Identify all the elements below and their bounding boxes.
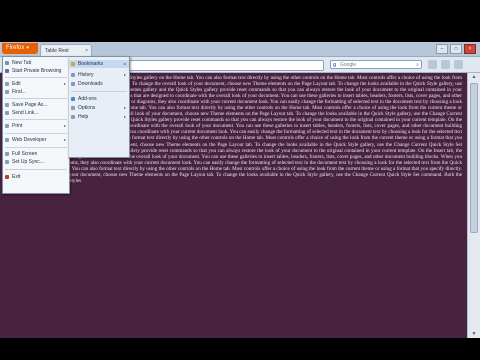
exit-icon bbox=[5, 175, 9, 179]
vertical-scrollbar[interactable]: ▲ ▼ bbox=[467, 73, 480, 338]
help-icon bbox=[71, 115, 75, 119]
edit-icon bbox=[5, 82, 9, 86]
menu-item-label: Add-ons bbox=[78, 96, 97, 102]
sync-icon bbox=[5, 160, 9, 164]
menu-separator bbox=[71, 91, 127, 92]
new-tab-icon bbox=[5, 61, 9, 65]
find-icon bbox=[5, 90, 9, 94]
menu-item-print[interactable]: Print ▸ bbox=[3, 122, 69, 130]
search-placeholder: Google bbox=[340, 62, 357, 68]
menu-item-label: Web Developer bbox=[12, 137, 47, 143]
chevron-right-icon: ▸ bbox=[123, 72, 126, 77]
menu-item-label: Bookmarks bbox=[78, 61, 104, 67]
chevron-right-icon: ▸ bbox=[63, 81, 66, 86]
chevron-right-icon: ▸ bbox=[123, 114, 126, 119]
menu-item-label: Start Private Browsing bbox=[12, 68, 62, 74]
menu-item-label: Help bbox=[78, 114, 89, 120]
options-icon bbox=[71, 106, 75, 110]
firefox-menu-right-panel: Bookmarks ▸ History ▸ Downloads Add-ons Op… bbox=[68, 56, 130, 158]
chevron-right-icon: ▸ bbox=[63, 137, 66, 142]
menu-item-label: Downloads bbox=[78, 81, 103, 87]
menu-item-send-link[interactable]: Send Link... bbox=[3, 109, 69, 117]
menu-item-add-ons[interactable]: Add-ons bbox=[69, 95, 129, 103]
menu-separator bbox=[5, 169, 67, 170]
downloads-arrow-icon bbox=[71, 82, 75, 86]
search-icon[interactable]: ⌕ bbox=[416, 61, 419, 70]
window-controls: – □ × bbox=[436, 44, 476, 54]
home-icon[interactable] bbox=[441, 60, 450, 69]
chevron-right-icon: ▸ bbox=[63, 123, 66, 128]
minimize-button[interactable]: – bbox=[436, 44, 448, 54]
menu-item-exit[interactable]: Exit bbox=[3, 173, 69, 181]
firefox-menu-button[interactable]: Firefox ▾ bbox=[2, 43, 38, 54]
menu-item-edit[interactable]: Edit ▸ bbox=[3, 80, 69, 88]
menu-separator bbox=[5, 119, 67, 120]
menu-item-label: Full Screen bbox=[12, 151, 38, 157]
send-link-icon bbox=[5, 111, 9, 115]
menu-separator bbox=[5, 77, 67, 78]
chevron-right-icon: ▸ bbox=[123, 105, 126, 110]
menu-item-label: Edit bbox=[12, 81, 21, 87]
menu-item-new-tab[interactable]: New Tab bbox=[3, 59, 69, 67]
menu-item-label: Exit bbox=[12, 174, 21, 180]
menu-item-find[interactable]: Find... bbox=[3, 88, 69, 96]
tab-active[interactable]: Table Rest × bbox=[40, 44, 92, 56]
bookmarks-icon[interactable] bbox=[428, 60, 437, 69]
menu-item-private-browsing[interactable]: Start Private Browsing bbox=[3, 67, 69, 75]
maximize-button[interactable]: □ bbox=[450, 44, 462, 54]
save-icon bbox=[5, 103, 9, 107]
history-icon bbox=[71, 73, 75, 77]
menu-item-bookmarks[interactable]: Bookmarks ▸ bbox=[69, 60, 129, 68]
title-bar: Firefox ▾ Table Rest × – □ × bbox=[0, 42, 480, 57]
search-input[interactable]: g Google ⌕ bbox=[330, 60, 422, 69]
menu-item-label: Print bbox=[12, 123, 23, 129]
menu-separator bbox=[5, 133, 67, 134]
private-browsing-icon bbox=[5, 69, 9, 73]
menu-item-web-developer[interactable]: Web Developer ▸ bbox=[3, 136, 69, 144]
address-bar[interactable] bbox=[96, 60, 324, 71]
firefox-menu-label: Firefox bbox=[6, 45, 25, 51]
tab-title: Table Rest bbox=[45, 48, 69, 54]
menu-item-downloads[interactable]: Downloads bbox=[69, 80, 129, 88]
menu-item-help[interactable]: Help ▸ bbox=[69, 113, 129, 121]
menu-item-label: Send Link... bbox=[12, 110, 39, 116]
close-window-button[interactable]: × bbox=[464, 44, 476, 54]
menu-item-full-screen[interactable]: Full Screen bbox=[3, 150, 69, 158]
menu-item-history[interactable]: History ▸ bbox=[69, 71, 129, 79]
menu-item-label: Find... bbox=[12, 89, 26, 95]
menu-separator bbox=[5, 147, 67, 148]
firefox-menu-left-panel: New Tab Start Private Browsing Edit ▸ Fin… bbox=[2, 56, 70, 194]
add-ons-icon bbox=[71, 97, 75, 101]
menu-item-label: Options bbox=[78, 105, 96, 111]
downloads-icon[interactable] bbox=[454, 60, 463, 69]
full-screen-icon bbox=[5, 152, 9, 156]
menu-item-options[interactable]: Options ▸ bbox=[69, 104, 129, 112]
chevron-right-icon: ▸ bbox=[123, 61, 126, 66]
chevron-down-icon: ▾ bbox=[26, 45, 29, 51]
scroll-down-icon[interactable]: ▼ bbox=[468, 330, 480, 338]
menu-separator bbox=[5, 98, 67, 99]
google-icon: g bbox=[333, 62, 337, 68]
bookmarks-star-icon bbox=[71, 62, 75, 66]
scroll-up-icon[interactable]: ▲ bbox=[468, 73, 480, 81]
toolbar-icons bbox=[428, 60, 463, 69]
browser-window: Firefox▾ Table Rest × – □ × g Google ⌕ t… bbox=[0, 42, 480, 338]
web-developer-icon bbox=[5, 138, 9, 142]
menu-item-save-page[interactable]: Save Page As... bbox=[3, 101, 69, 109]
menu-item-sync[interactable]: Set Up Sync... bbox=[3, 158, 69, 166]
print-icon bbox=[5, 124, 9, 128]
menu-item-label: History bbox=[78, 72, 94, 78]
scrollbar-thumb[interactable] bbox=[470, 83, 478, 233]
menu-item-label: New Tab bbox=[12, 60, 32, 66]
menu-item-label: Set Up Sync... bbox=[12, 159, 44, 165]
menu-item-label: Save Page As... bbox=[12, 102, 48, 108]
